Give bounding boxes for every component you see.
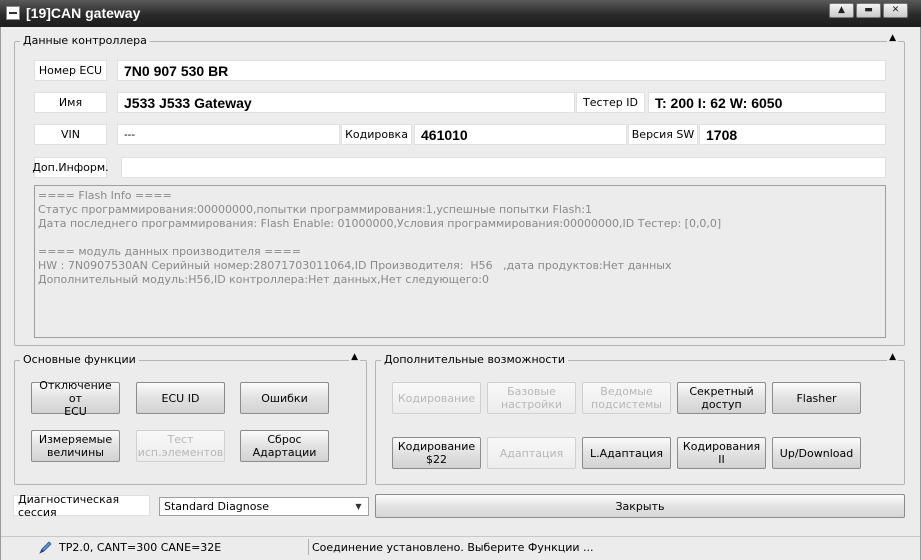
info-line: Статус программирования:00000000,попытки… [38,203,593,216]
name-value: J533 J533 Gateway [117,92,575,113]
close-window-button[interactable]: ✕ [883,3,908,18]
flasher-button[interactable]: Flasher [772,382,861,414]
minimize-button[interactable]: ▲ [829,3,854,18]
long-adaptation-button[interactable]: L.Адаптация [582,437,671,469]
collapse-controller-icon[interactable]: ▲ [887,33,898,43]
sw-version-label: Версия SW [628,124,698,145]
tester-id-label: Тестер ID [576,92,645,113]
status-bar: TP2.0, CANT=300 CANE=32E Соединение уста… [1,536,920,560]
name-label: Имя [34,92,107,113]
info-line: Дополнительный модуль:H56,ID контроллера… [38,273,489,286]
coding-button[interactable]: Кодирование [392,382,481,414]
restore-icon: ▬ [864,5,873,15]
chevron-down-icon[interactable]: ▼ [351,499,366,514]
window-menu-icon[interactable] [6,6,20,20]
restore-button[interactable]: ▬ [856,3,881,18]
extra-info-value [121,157,886,178]
info-line [38,231,882,245]
ecu-id-button[interactable]: ECU ID [136,382,225,414]
info-line: ==== модуль данных производителя ==== [38,245,301,258]
coding-ii-button[interactable]: Кодирования II [677,437,766,469]
window-client: Данные контроллера ▲ Номер ECU 7N0 907 5… [0,27,921,560]
vin-value: --- [117,124,340,145]
vin-label: VIN [34,124,107,145]
reset-adaptation-button[interactable]: Сброс Адартации [240,430,329,462]
output-test-button[interactable]: Тест исп.элементов [136,430,225,462]
ecu-number-label: Номер ECU [34,60,107,81]
info-line: Дата последнего программирования: Flash … [38,217,722,230]
collapse-main-icon[interactable]: ▲ [349,352,360,362]
window-title: [19]CAN gateway [26,5,141,21]
basic-settings-button[interactable]: Базовые настройки [487,382,576,414]
ecu-number-value: 7N0 907 530 BR [117,60,886,81]
protocol-status: TP2.0, CANT=300 CANE=32E [59,541,222,554]
diagnostic-session-select[interactable]: Standard Diagnose ▼ [159,497,369,516]
close-button[interactable]: Закрыть [375,494,905,518]
up-download-button[interactable]: Up/Download [772,437,861,469]
adaptation-button[interactable]: Адаптация [487,437,576,469]
coding-label: Кодировка [341,124,412,145]
tester-id-value: T: 200 I: 62 W: 6050 [648,92,886,113]
controller-data-legend: Данные контроллера [20,34,150,47]
close-icon: ✕ [891,5,900,15]
coding-22-button[interactable]: Кодирование $22 [392,437,481,469]
title-bar: [19]CAN gateway ▲ ▬ ✕ [0,0,921,27]
main-functions-legend: Основные функции [20,353,139,366]
extra-info-label: Доп.Информ. [32,157,109,178]
security-access-button[interactable]: Секретный доступ [677,382,766,414]
minimize-icon: ▲ [838,5,845,15]
disconnect-ecu-button[interactable]: Отключение от ECU [31,379,120,418]
diagnostic-session-label: Диагностическая сессия [13,493,150,519]
pen-icon [39,541,52,554]
coding-value: 461010 [414,124,627,145]
errors-button[interactable]: Ошибки [240,382,329,414]
sw-version-value: 1708 [699,124,886,145]
info-line: ==== Flash Info ==== [38,189,172,202]
slave-systems-button[interactable]: Ведомые подсистемы [582,382,671,414]
measured-values-button[interactable]: Измеряемые величины [31,430,120,462]
diagnostic-session-value: Standard Diagnose [164,500,269,513]
flash-info-textarea[interactable]: ==== Flash Info ==== Статус программиров… [34,185,886,338]
status-separator [308,539,309,555]
connection-status: Соединение установлено. Выберите Функции… [312,541,594,554]
extra-features-legend: Дополнительные возможности [381,353,568,366]
collapse-extra-icon[interactable]: ▲ [887,352,898,362]
info-line: HW : 7N0907530AN Серийный номер:28071703… [38,259,672,272]
